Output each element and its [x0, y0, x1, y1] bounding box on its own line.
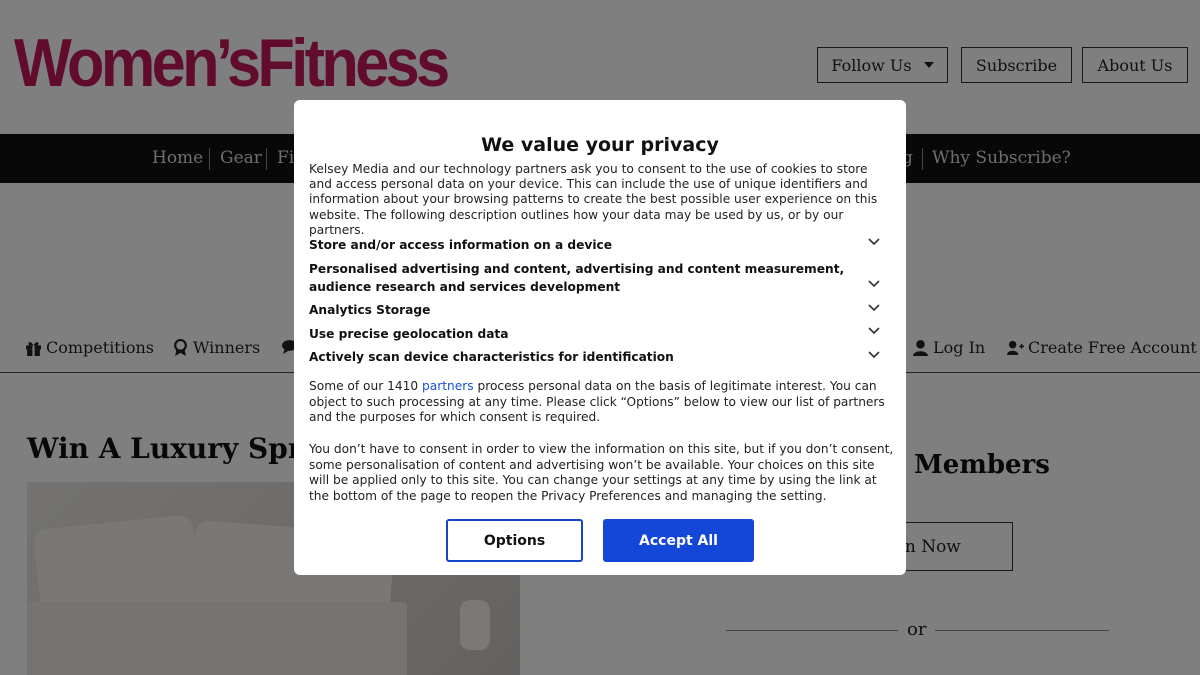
accept-all-button[interactable]: Accept All: [603, 519, 754, 562]
chevron-down-icon[interactable]: [868, 238, 880, 246]
legit-text-before: Some of our 1410: [309, 379, 423, 393]
chevron-down-icon[interactable]: [868, 304, 880, 312]
partners-link[interactable]: partners: [422, 379, 474, 393]
purpose-device-scan[interactable]: Actively scan device characteristics for…: [309, 349, 854, 367]
legitimate-interest-text: Some of our 1410 partners process person…: [309, 379, 894, 426]
chevron-down-icon[interactable]: [868, 327, 880, 335]
options-button[interactable]: Options: [446, 519, 583, 562]
purpose-geolocation[interactable]: Use precise geolocation data: [309, 326, 854, 344]
purpose-store-access[interactable]: Store and/or access information on a dev…: [309, 237, 854, 255]
consent-title: We value your privacy: [481, 134, 719, 156]
purpose-personalised-ads[interactable]: Personalised advertising and content, ad…: [309, 261, 854, 296]
chevron-down-icon[interactable]: [868, 351, 880, 359]
consent-intro: Kelsey Media and our technology partners…: [309, 162, 878, 237]
purpose-analytics-storage[interactable]: Analytics Storage: [309, 302, 854, 320]
consent-choice-text: You don’t have to consent in order to vi…: [309, 442, 894, 503]
cookie-consent-dialog: We value your privacy Kelsey Media and o…: [294, 100, 906, 575]
chevron-down-icon[interactable]: [868, 280, 880, 288]
